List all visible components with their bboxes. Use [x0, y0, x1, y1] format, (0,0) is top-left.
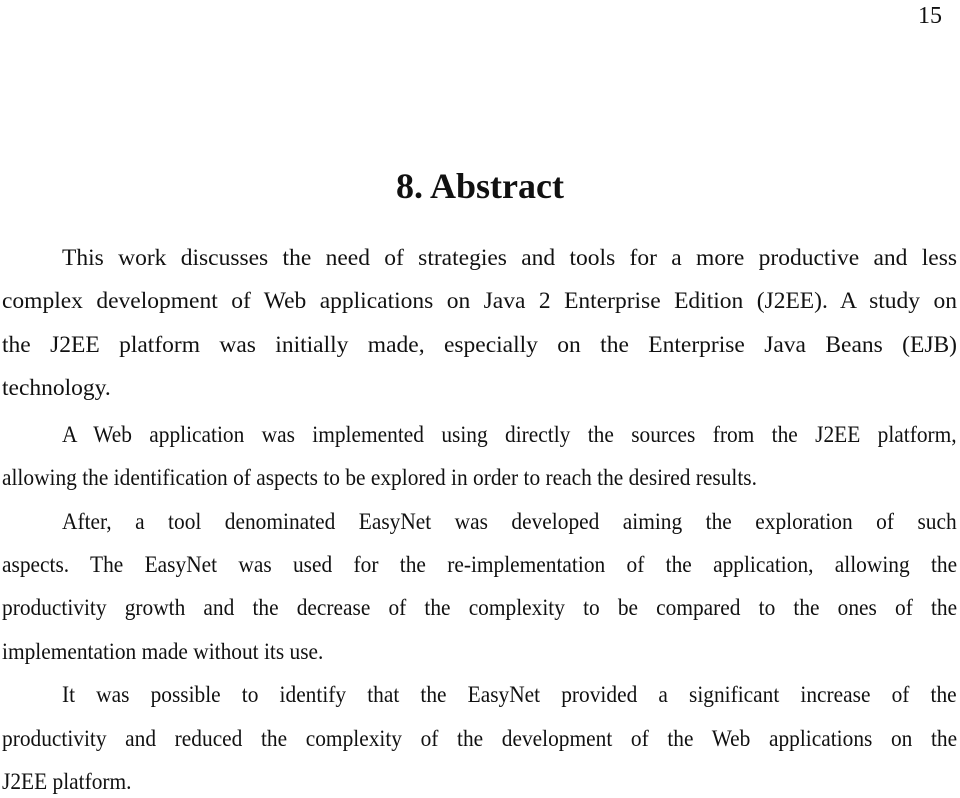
text-line: It was possible to identify that the Eas…: [62, 682, 957, 707]
text-line: implementation made without its use.: [2, 639, 324, 664]
text-line: productivity and reduced the complexity …: [2, 726, 958, 751]
page-number: 15: [918, 3, 942, 29]
text-line: productivity growth and the decrease of …: [2, 595, 958, 620]
text-line: aspects. The EasyNet was used for the re…: [2, 552, 958, 577]
text-line: A Web application was implemented using …: [62, 422, 957, 447]
text-line: allowing the identification of aspects t…: [2, 465, 757, 490]
text-line: the J2EE platform was initially made, es…: [2, 332, 957, 358]
text-line: After, a tool denominated EasyNet was de…: [62, 509, 957, 534]
section-title: 8. Abstract: [396, 166, 564, 206]
text-line: technology.: [2, 375, 111, 401]
text-line: J2EE platform.: [2, 769, 132, 794]
text-line: complex development of Web applications …: [2, 288, 957, 314]
text-line: This work discusses the need of strategi…: [62, 245, 957, 271]
